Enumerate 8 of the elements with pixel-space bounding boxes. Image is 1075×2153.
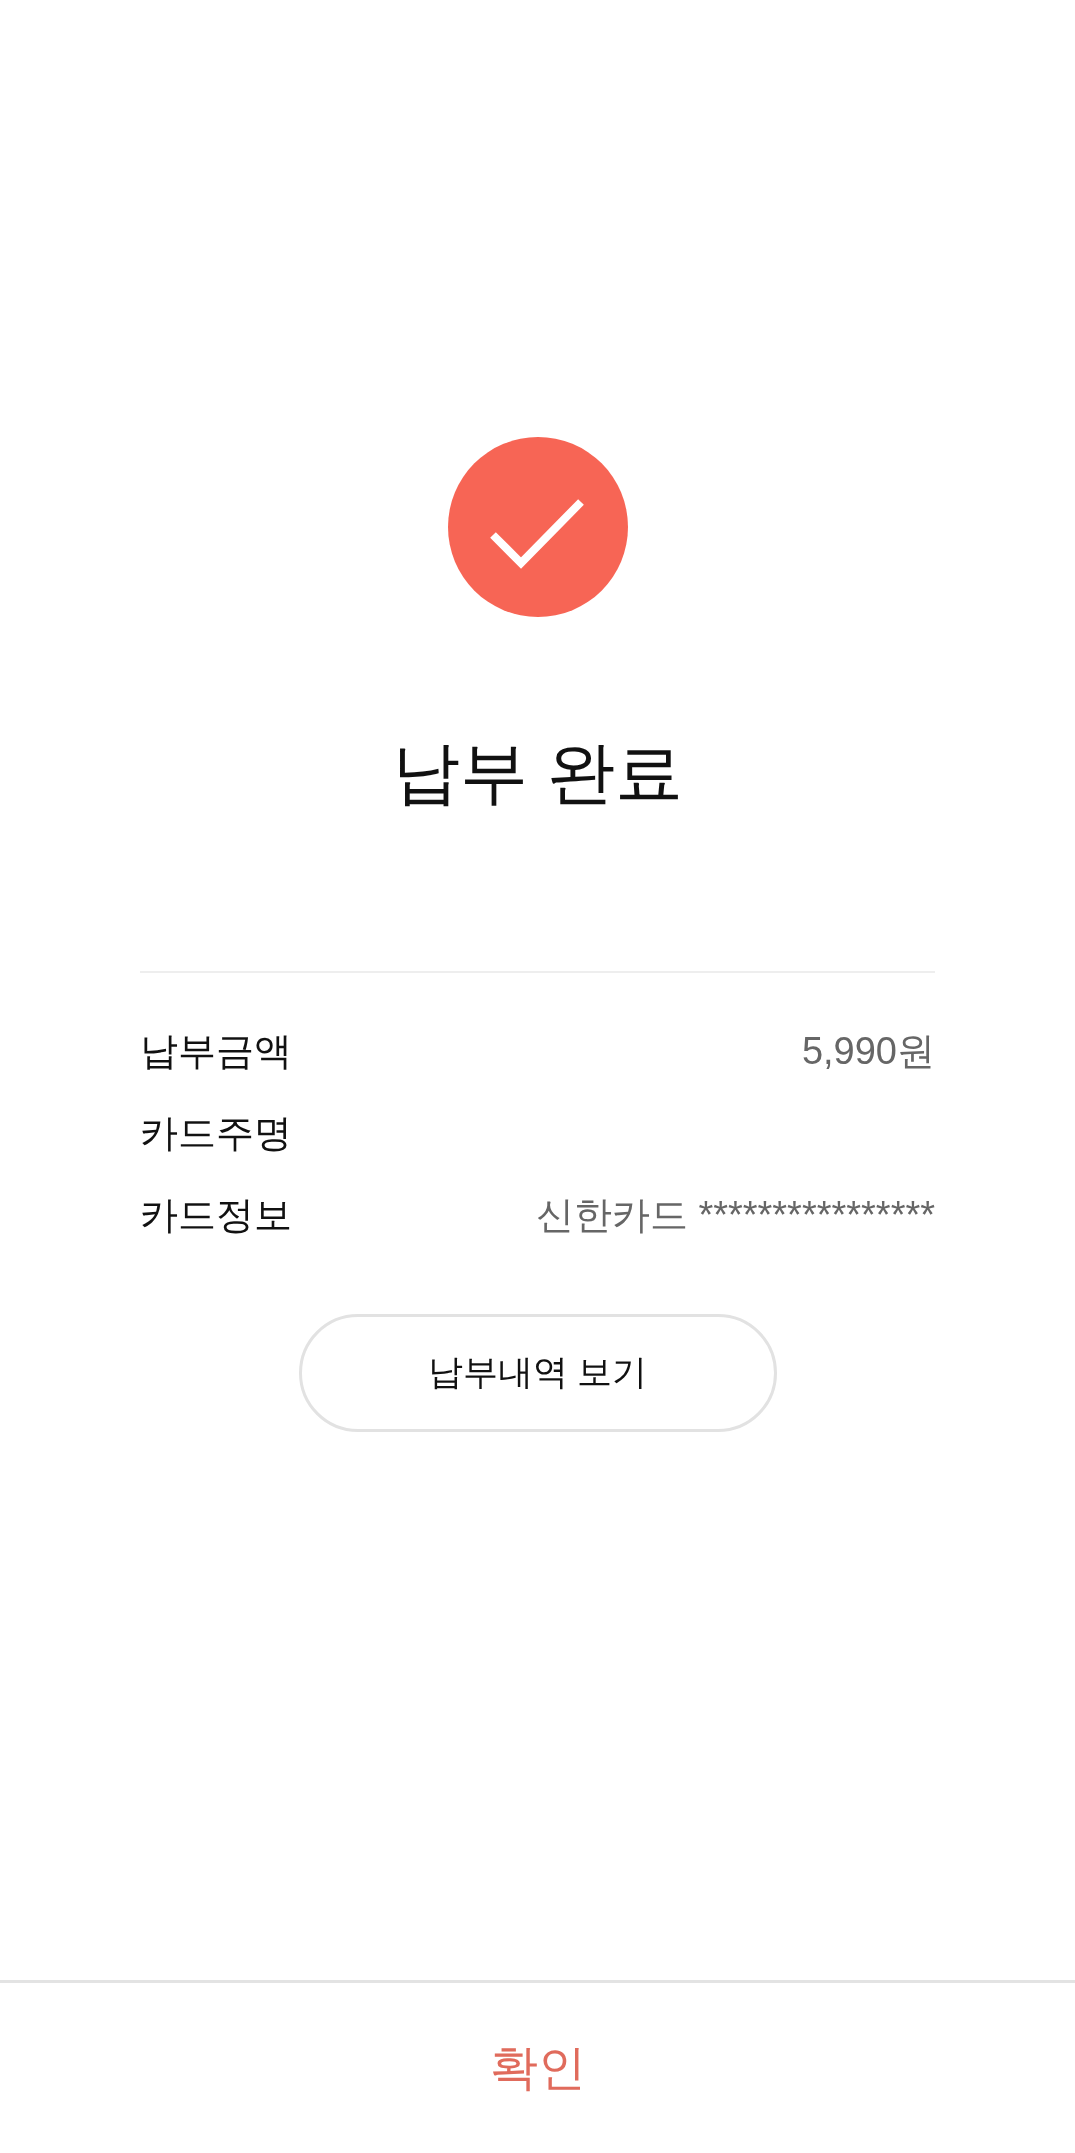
detail-value: 신한카드 **************** xyxy=(535,1193,935,1239)
page-title: 납부 완료 xyxy=(392,733,683,812)
detail-label: 카드정보 xyxy=(140,1193,292,1239)
detail-label: 카드주명 xyxy=(140,1111,292,1157)
payment-history-button[interactable]: 납부내역 보기 xyxy=(298,1313,777,1432)
check-circle-icon xyxy=(447,437,628,617)
detail-value: 5,990원 xyxy=(801,1029,935,1075)
detail-label: 납부금액 xyxy=(140,1029,292,1075)
